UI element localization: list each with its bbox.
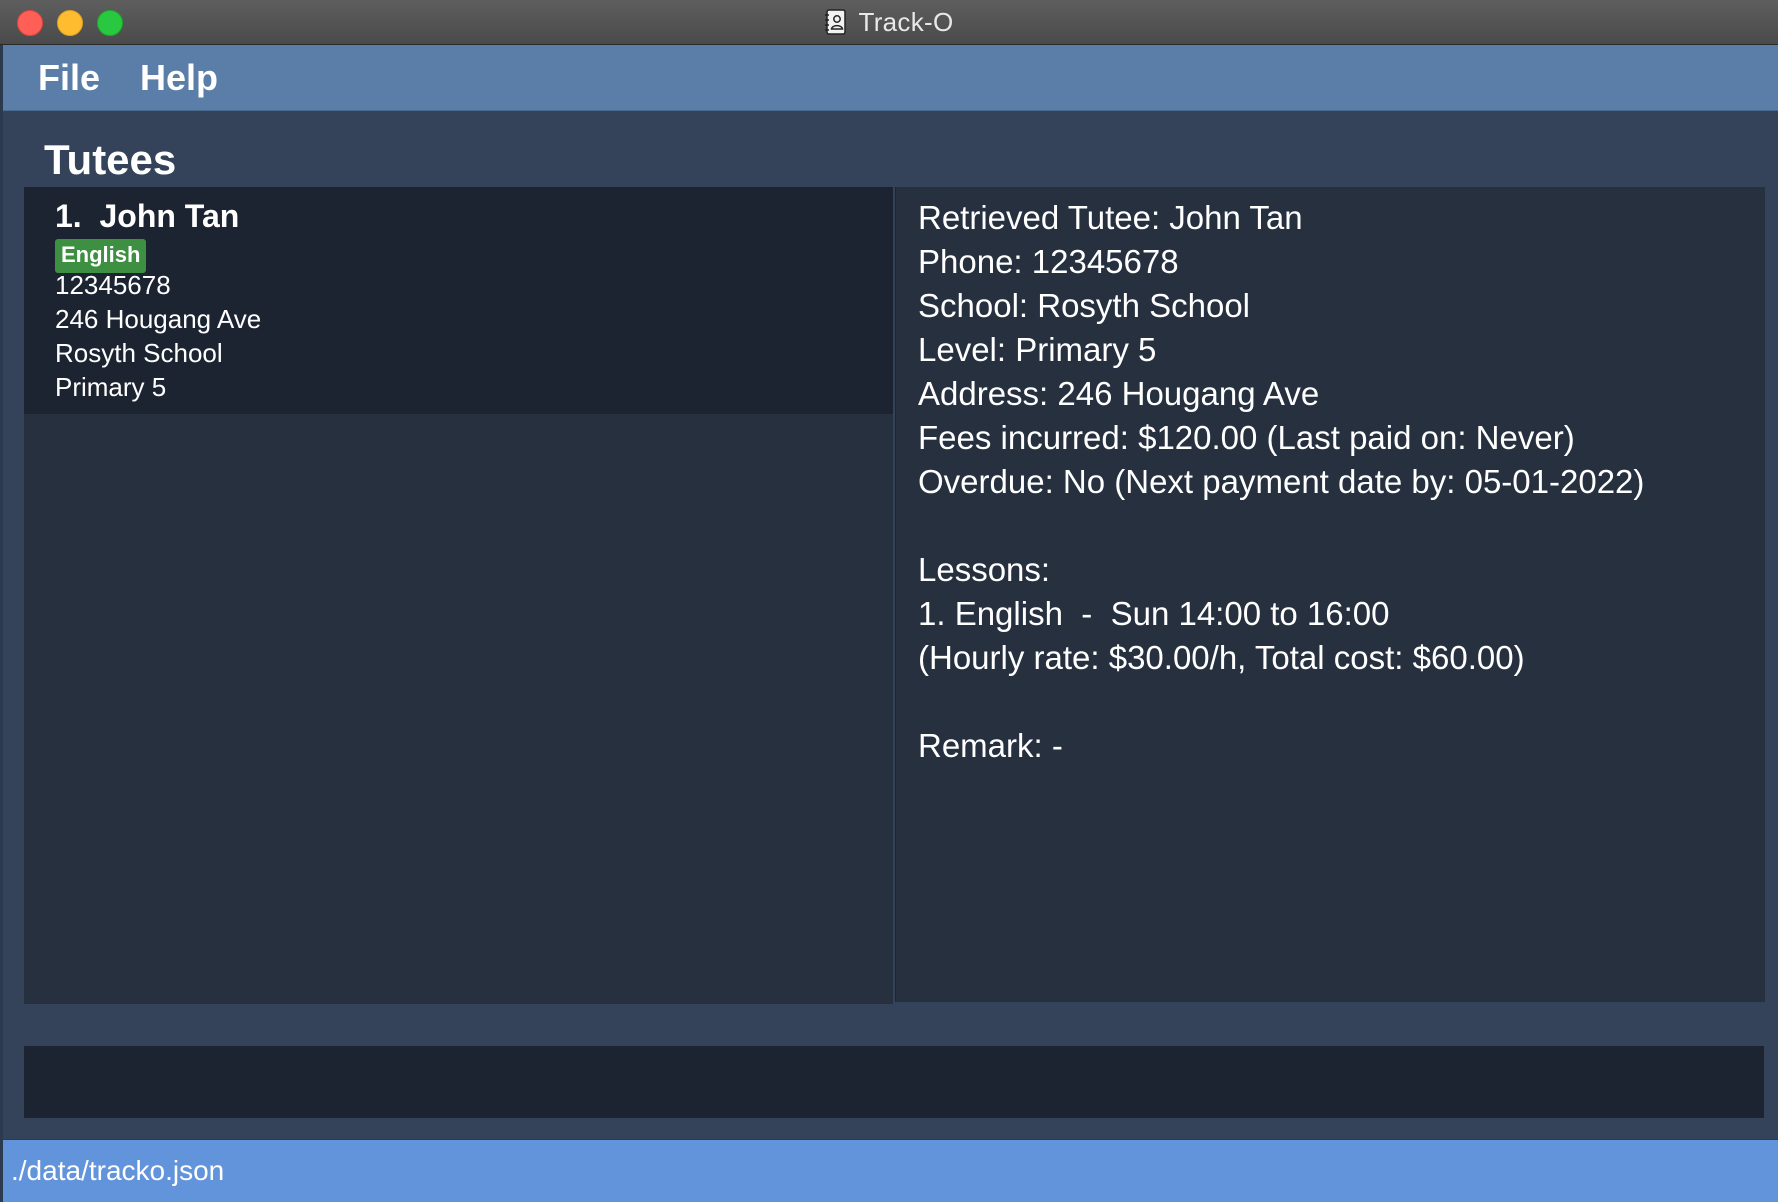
- tutee-level: Primary 5: [55, 372, 167, 402]
- subject-tag: English: [55, 239, 147, 273]
- data-file-path: ./data/tracko.json: [11, 1155, 225, 1186]
- detail-fees: Fees incurred: $120.00 (Last paid on: Ne…: [918, 419, 1575, 456]
- menu-file[interactable]: File: [3, 57, 120, 99]
- list-item[interactable]: 1. John Tan English 12345678 246 Hougang…: [24, 187, 893, 414]
- tutees-heading: Tutees: [44, 136, 177, 183]
- main-area: Tutees 1. John Tan English 12345678 246 …: [3, 111, 1778, 1139]
- detail-lessons-heading: Lessons:: [918, 551, 1051, 588]
- app-window: Track-O File Help Tutees 1. John Tan Eng…: [0, 0, 1778, 1202]
- detail-school: School: Rosyth School: [918, 287, 1251, 324]
- result-display[interactable]: Retrieved Tutee: John Tan Phone: 1234567…: [895, 187, 1765, 1002]
- detail-phone: Phone: 12345678: [918, 243, 1179, 280]
- tutee-list[interactable]: 1. John Tan English 12345678 246 Hougang…: [24, 187, 893, 1004]
- detail-lesson-1-cost: (Hourly rate: $30.00/h, Total cost: $60.…: [918, 639, 1525, 676]
- detail-overdue: Overdue: No (Next payment date by: 05-01…: [918, 463, 1645, 500]
- menu-help[interactable]: Help: [120, 57, 238, 99]
- status-bar: ./data/tracko.json: [3, 1140, 1778, 1202]
- detail-remark: Remark: -: [918, 727, 1063, 764]
- menu-bar: File Help: [3, 45, 1778, 111]
- title-area: Track-O: [0, 0, 1778, 44]
- detail-lesson-1: 1. English - Sun 14:00 to 16:00: [918, 595, 1390, 632]
- detail-level: Level: Primary 5: [918, 331, 1157, 368]
- address-book-icon: [825, 9, 847, 35]
- tutee-phone: 12345678: [55, 270, 171, 300]
- detail-address: Address: 246 Hougang Ave: [918, 375, 1320, 412]
- command-input[interactable]: [24, 1046, 1764, 1118]
- window-title: Track-O: [858, 6, 954, 37]
- tutee-school: Rosyth School: [55, 338, 223, 368]
- tutee-name: 1. John Tan: [55, 198, 240, 234]
- tutee-address: 246 Hougang Ave: [55, 304, 262, 334]
- title-bar[interactable]: Track-O: [0, 0, 1778, 45]
- detail-retrieved: Retrieved Tutee: John Tan: [918, 199, 1303, 236]
